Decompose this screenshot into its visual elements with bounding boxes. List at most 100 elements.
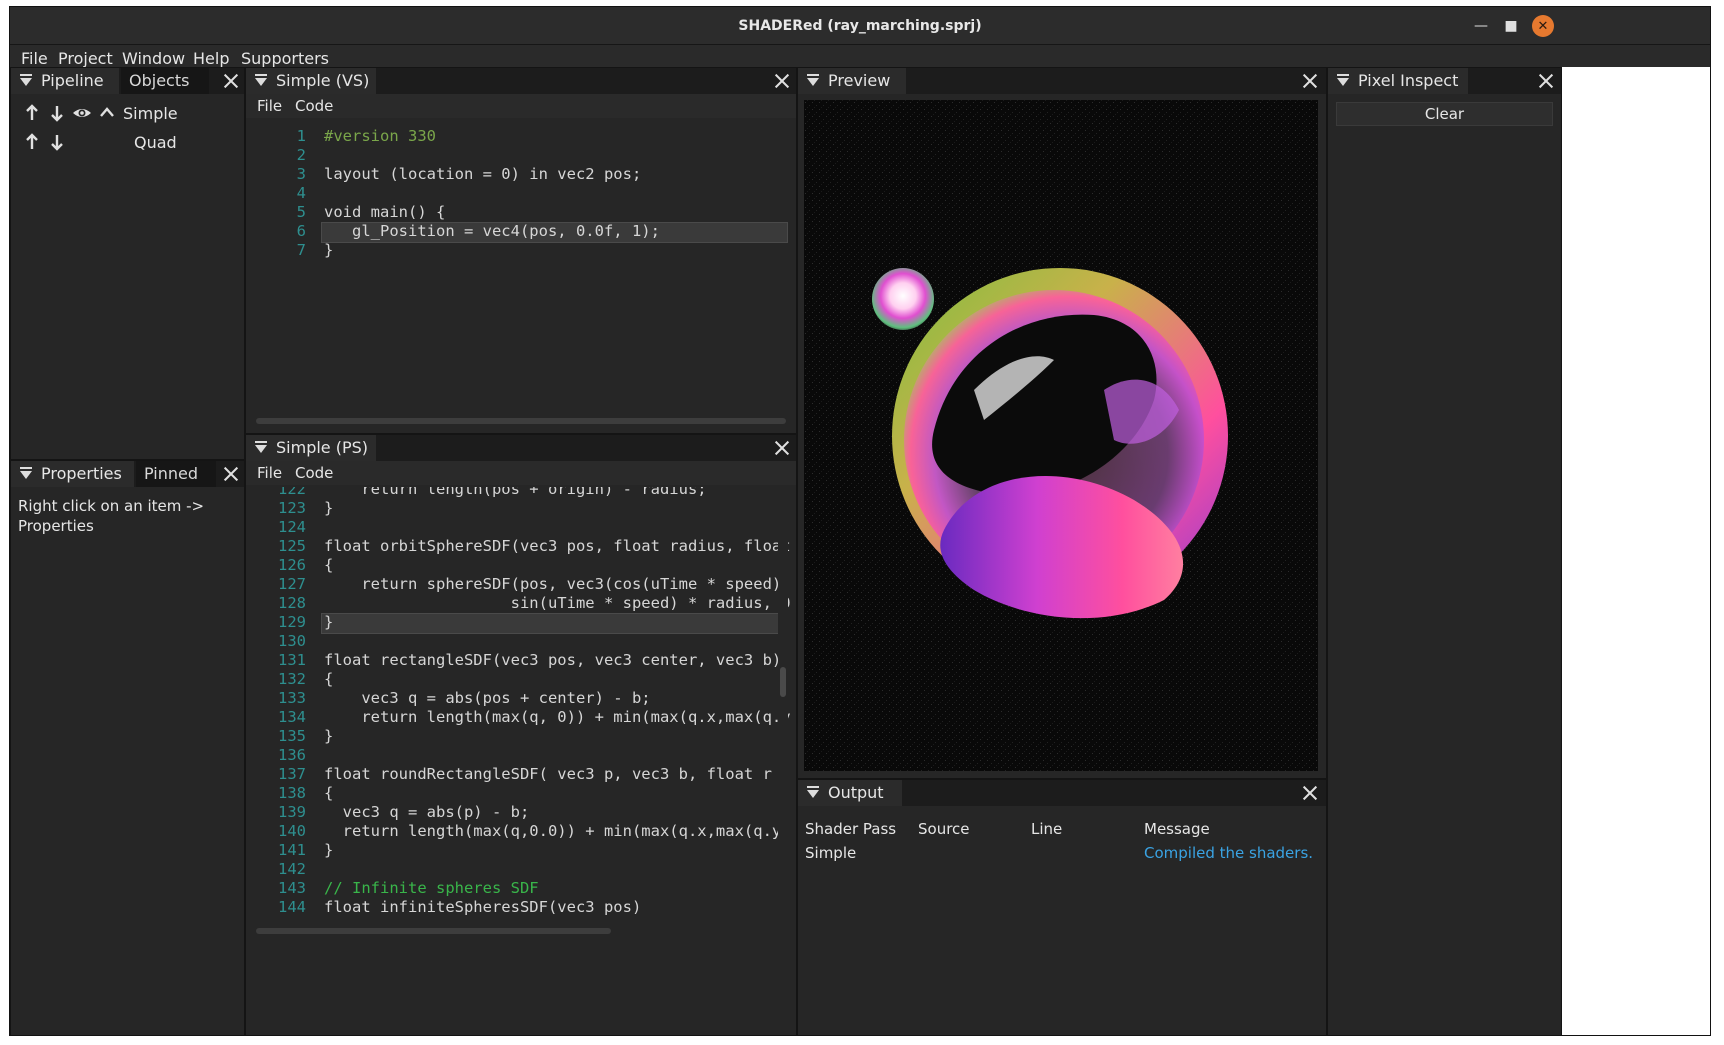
line-number: 3	[296, 165, 306, 183]
close-icon[interactable]	[772, 71, 792, 91]
code-line: 140 return length(max(q,0.0)) + min(max(…	[246, 822, 796, 841]
tab-preview[interactable]: Preview	[798, 68, 906, 94]
menu-help[interactable]: Help	[193, 49, 229, 68]
eye-icon[interactable]	[72, 104, 92, 122]
ray-marching-render	[804, 100, 1318, 771]
ps-code-area[interactable]: 122 return length(pos + origin) - radius…	[246, 487, 796, 925]
line-number: 5	[296, 203, 306, 221]
close-window-icon[interactable]: ✕	[1532, 15, 1554, 37]
line-number: 128	[278, 594, 306, 612]
panel-collapse-icon[interactable]	[254, 440, 268, 454]
vs-menu-code[interactable]: Code	[295, 97, 333, 115]
arrow-up-icon[interactable]	[24, 133, 40, 151]
code-text: layout (location = 0) in vec2 pos;	[324, 165, 642, 183]
panel-collapse-icon[interactable]	[1336, 73, 1350, 87]
code-line: 138 {	[246, 784, 796, 803]
code-text: {	[324, 784, 334, 802]
close-icon[interactable]	[772, 438, 792, 458]
app-window: SHADERed (ray_marching.sprj) — ■ ✕ File …	[9, 6, 1711, 1036]
tab-pipeline[interactable]: Pipeline	[11, 68, 119, 94]
properties-tabbar: Properties Pinned	[11, 461, 244, 487]
tab-pinned[interactable]: Pinned	[136, 461, 216, 487]
close-icon[interactable]	[221, 71, 241, 91]
code-line: 129}	[246, 613, 796, 632]
pipeline-item-simple[interactable]: Simple	[11, 102, 244, 128]
clear-button[interactable]: Clear	[1336, 102, 1553, 126]
ps-menu-code[interactable]: Code	[295, 464, 333, 482]
line-number: 126	[278, 556, 306, 574]
code-text: void main() {	[324, 203, 446, 221]
line-number: 129	[278, 613, 306, 631]
menu-supporters[interactable]: Supporters	[241, 49, 329, 68]
code-text: gl_Position = vec4(pos, 0.0f, 1);	[324, 222, 660, 240]
code-text: float orbitSphereSDF(vec3 pos, float rad…	[324, 537, 791, 555]
line-number: 133	[278, 689, 306, 707]
panel-collapse-icon[interactable]	[19, 466, 33, 480]
vs-code-area[interactable]: 1 #version 330 2 3 layout (location = 0) i…	[246, 127, 796, 417]
panel-collapse-icon[interactable]	[254, 73, 268, 87]
code-line: 128 sin(uTime * speed) * radius, 0	[246, 594, 796, 613]
minimize-icon[interactable]: —	[1470, 15, 1492, 37]
render-preview[interactable]	[804, 100, 1318, 771]
code-line: 136	[246, 746, 796, 765]
code-text: sin(uTime * speed) * radius, 0	[324, 594, 791, 612]
line-number: 143	[278, 879, 306, 897]
row-shader-pass: Simple	[805, 844, 857, 862]
pipeline-item-quad[interactable]: Quad	[11, 131, 244, 157]
tab-simple-ps[interactable]: Simple (PS)	[246, 435, 376, 461]
panel-collapse-icon[interactable]	[806, 785, 820, 799]
code-text: float roundRectangleSDF( vec3 p, vec3 b,…	[324, 765, 791, 783]
tab-pinned-label: Pinned	[144, 464, 199, 483]
desktop-background	[1562, 67, 1710, 1035]
output-tabbar: Output	[798, 780, 1326, 806]
code-line: 6 gl_Position = vec4(pos, 0.0f, 1);	[246, 222, 796, 241]
ps-menu-file[interactable]: File	[257, 464, 282, 482]
menu-file[interactable]: File	[21, 49, 48, 68]
line-number: 6	[296, 222, 306, 240]
tab-objects[interactable]: Objects	[121, 68, 209, 94]
line-number: 144	[278, 898, 306, 916]
code-text: {	[324, 556, 334, 574]
code-line: 142	[246, 860, 796, 879]
arrow-down-icon[interactable]	[49, 133, 65, 151]
horizontal-scrollbar[interactable]	[256, 928, 611, 934]
tab-output[interactable]: Output	[798, 780, 902, 806]
tab-simple-vs[interactable]: Simple (VS)	[246, 68, 376, 94]
menu-window[interactable]: Window	[122, 49, 185, 68]
ps-editor-panel: Simple (PS) File Code 122 return length(…	[245, 434, 797, 1035]
panel-collapse-icon[interactable]	[806, 73, 820, 87]
menu-project[interactable]: Project	[58, 49, 113, 68]
code-line: 126 {	[246, 556, 796, 575]
maximize-icon[interactable]: ■	[1500, 15, 1522, 37]
vs-menu-file[interactable]: File	[257, 97, 282, 115]
close-icon[interactable]	[1300, 783, 1320, 803]
line-number: 142	[278, 860, 306, 878]
code-text: // Infinite spheres SDF	[324, 879, 539, 897]
code-line: 1 #version 330	[246, 127, 796, 146]
tab-objects-label: Objects	[129, 71, 190, 90]
line-number: 140	[278, 822, 306, 840]
close-icon[interactable]	[1300, 71, 1320, 91]
code-text: }	[324, 499, 334, 517]
line-number: 4	[296, 184, 306, 202]
arrow-up-icon[interactable]	[24, 104, 40, 122]
properties-hint-cont: Properties	[18, 517, 94, 535]
code-line: 4	[246, 184, 796, 203]
tab-pixel-inspect[interactable]: Pixel Inspect	[1328, 68, 1468, 94]
ps-tabbar: Simple (PS)	[246, 435, 796, 461]
scrollbar-thumb[interactable]	[780, 667, 786, 697]
chevron-up-icon[interactable]	[99, 104, 115, 122]
arrow-down-icon[interactable]	[49, 104, 65, 122]
close-icon[interactable]	[1536, 71, 1556, 91]
line-number: 138	[278, 784, 306, 802]
line-number: 131	[278, 651, 306, 669]
pipeline-panel: Pipeline Objects Simple Quad	[10, 67, 245, 460]
code-text: return length(max(q,0.0)) + min(max(q.x,…	[324, 822, 791, 840]
panel-collapse-icon[interactable]	[19, 73, 33, 87]
horizontal-scrollbar[interactable]	[256, 418, 786, 424]
code-text: vec3 q = abs(p) - b;	[324, 803, 530, 821]
close-icon[interactable]	[221, 464, 241, 484]
tab-pipeline-label: Pipeline	[41, 71, 104, 90]
tab-properties[interactable]: Properties	[11, 461, 134, 487]
vertical-scrollbar[interactable]	[778, 487, 788, 925]
